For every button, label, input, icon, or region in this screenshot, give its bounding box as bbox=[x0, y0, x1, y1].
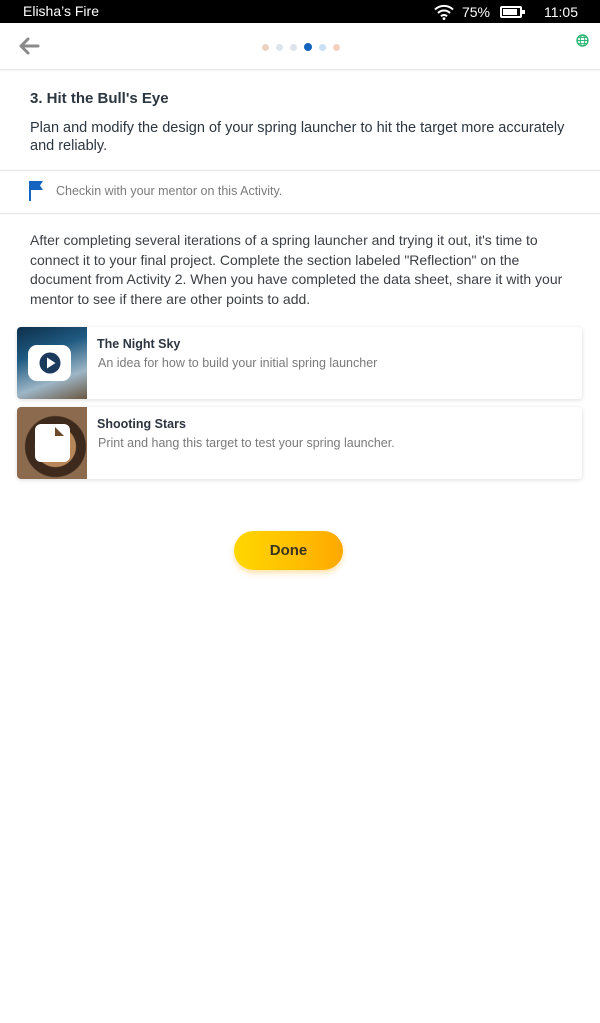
play-icon bbox=[28, 345, 71, 381]
clock: 11:05 bbox=[544, 3, 578, 20]
activity-title: 3. Hit the Bull's Eye bbox=[30, 90, 169, 107]
step-pager bbox=[262, 43, 340, 51]
pager-dot-current[interactable] bbox=[304, 43, 312, 51]
status-icons: 75% 11:05 bbox=[434, 2, 578, 21]
resource-title: The Night Sky bbox=[97, 337, 181, 351]
video-thumbnail bbox=[17, 327, 87, 399]
wifi-icon bbox=[434, 4, 454, 20]
resource-title: Shooting Stars bbox=[97, 417, 186, 431]
status-bar: Elisha’s Fire 75% 11:05 bbox=[0, 0, 600, 23]
pager-dot[interactable] bbox=[333, 43, 340, 51]
checkin-text: Checkin with your mentor on this Activit… bbox=[56, 184, 283, 198]
app-header bbox=[0, 23, 600, 70]
mentor-checkin: Checkin with your mentor on this Activit… bbox=[28, 180, 282, 202]
pager-dot[interactable] bbox=[290, 43, 297, 51]
battery-percent: 75% bbox=[461, 3, 490, 20]
resource-subtitle: An idea for how to build your initial sp… bbox=[98, 356, 378, 370]
resource-card[interactable]: The Night Sky An idea for how to build y… bbox=[17, 327, 582, 399]
flag-icon bbox=[29, 181, 43, 201]
divider bbox=[0, 170, 600, 171]
pager-dot[interactable] bbox=[276, 43, 283, 51]
battery-level bbox=[503, 8, 517, 15]
done-button[interactable]: Done bbox=[234, 531, 343, 570]
globe-icon[interactable] bbox=[576, 34, 589, 47]
back-arrow-icon bbox=[19, 37, 40, 55]
device-name: Elisha’s Fire bbox=[23, 3, 99, 19]
back-button[interactable] bbox=[16, 34, 44, 58]
pager-dot[interactable] bbox=[262, 43, 269, 51]
activity-description: Plan and modify the design of your sprin… bbox=[30, 120, 565, 154]
document-icon bbox=[35, 424, 70, 462]
battery-icon bbox=[500, 5, 525, 18]
resource-card[interactable]: Shooting Stars Print and hang this targe… bbox=[17, 407, 582, 479]
resource-subtitle: Print and hang this target to test your … bbox=[98, 436, 395, 450]
pager-dot[interactable] bbox=[319, 43, 326, 51]
activity-instructions: After completing several iterations of a… bbox=[30, 232, 563, 307]
divider bbox=[0, 213, 600, 214]
document-thumbnail bbox=[17, 407, 87, 479]
